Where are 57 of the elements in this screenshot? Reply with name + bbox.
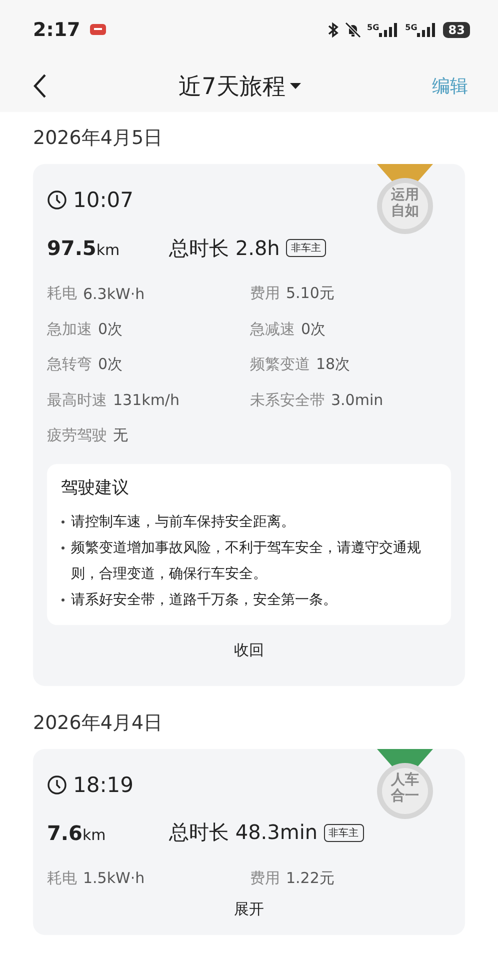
advice-title: 驾驶建议: [61, 476, 130, 498]
stat-label: 疲劳驾驶: [47, 426, 107, 446]
stat-value: 0次: [301, 320, 326, 339]
trip-distance: 97.5km: [47, 236, 121, 260]
advice-text: 请控制车速，与前车保持安全距离。: [71, 512, 295, 532]
stat-value: 1.5kW·h: [83, 869, 145, 888]
network-label: 5G: [367, 23, 380, 32]
clock-icon: [47, 190, 67, 210]
stat-value: 18次: [316, 355, 350, 374]
muted-bell-icon: [345, 22, 362, 38]
stat-value: 131km/h: [113, 391, 180, 410]
stat-value: 0次: [98, 320, 123, 339]
stat-value: 6.3kW·h: [83, 284, 145, 303]
expand-toggle[interactable]: 展开: [234, 900, 264, 919]
battery-level: 83: [443, 22, 470, 38]
trip-duration: 总时长 2.8h: [169, 234, 280, 262]
trip-date: 2026年4月5日: [33, 126, 164, 151]
non-owner-tag: 非车主: [286, 239, 326, 257]
trip-time: 18:19: [73, 772, 134, 796]
stat-label: 费用: [250, 284, 280, 304]
medal-label: 人车 合一: [390, 772, 420, 804]
stat-label: 急减速: [250, 320, 295, 339]
signal-icon: [417, 23, 438, 37]
stat-value: 3.0min: [331, 391, 384, 410]
expand-toggle[interactable]: 收回: [234, 640, 264, 660]
network-label: 5G: [405, 23, 418, 32]
stat-label: 耗电: [47, 868, 77, 888]
bullet-icon: [61, 598, 65, 602]
trip-duration: 总时长 48.3min: [169, 819, 318, 846]
stat-label: 未系安全带: [250, 390, 325, 410]
stat-label: 急转弯: [47, 355, 92, 374]
stat-value: 5.10元: [286, 284, 334, 304]
status-time: 2:17: [33, 19, 80, 41]
stat-label: 频繁变道: [250, 355, 310, 374]
app-notification-icon: [90, 24, 106, 36]
bluetooth-icon: [327, 22, 340, 38]
stat-value: 1.22元: [286, 868, 334, 888]
stat-value: 0次: [98, 355, 123, 374]
bullet-icon: [61, 520, 65, 524]
clock-icon: [47, 774, 67, 794]
trip-distance: 7.6km: [47, 820, 107, 844]
stat-label: 费用: [250, 868, 280, 888]
stat-label: 耗电: [47, 284, 77, 304]
stat-value: 无: [113, 426, 128, 446]
page-title[interactable]: 近7天旅程: [178, 70, 286, 102]
stat-label: 急加速: [47, 320, 92, 339]
signal-icon: [379, 23, 400, 37]
bullet-icon: [61, 546, 65, 550]
stat-label: 最高时速: [47, 390, 107, 410]
non-owner-tag: 非车主: [324, 824, 364, 842]
dropdown-caret-icon[interactable]: [290, 82, 302, 90]
trip-date: 2026年4月4日: [33, 710, 164, 736]
advice-text: 频繁变道增加事故风险，不利于驾车安全，请遵守交通规则，合理变道，确保行车安全。: [71, 538, 422, 584]
advice-text: 请系好安全带，道路千万条，安全第一条。: [71, 590, 337, 610]
back-icon[interactable]: [32, 73, 48, 99]
medal-label: 运用 自如: [390, 187, 420, 219]
trip-time: 10:07: [73, 188, 134, 212]
